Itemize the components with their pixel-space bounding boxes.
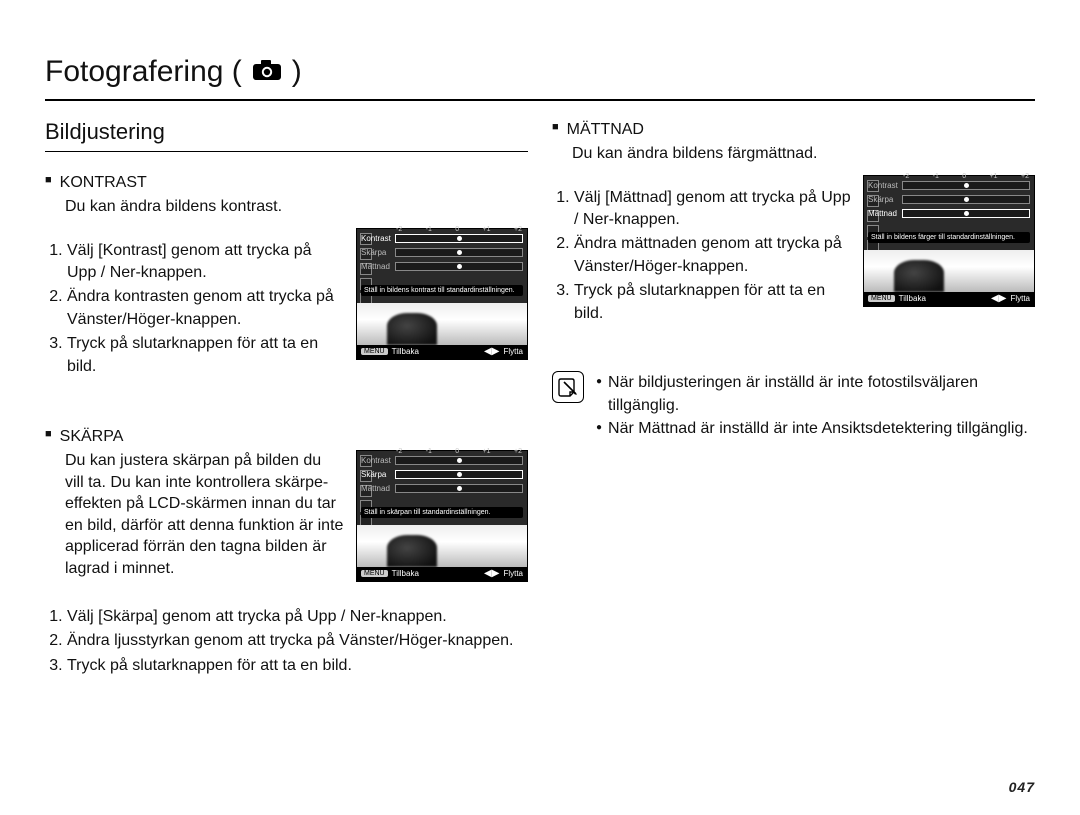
list-item: Ändra mättnaden genom att trycka på Väns… [574,233,851,278]
list-item: Ändra ljusstyrkan genom att trycka på Vä… [67,630,528,652]
page-title: Fotografering ( ) [45,55,1035,101]
skarpa-title: SKÄRPA [60,428,124,446]
skarpa-screenshot: Kontrast-2-10+1+2SkärpaMättnadStäll in s… [356,450,528,582]
note-item: När bildjusteringen är inställd är inte … [608,371,1035,417]
kontrast-screenshot: Kontrast-2-10+1+2SkärpaMättnadStäll in b… [356,228,528,360]
camera-icon [252,55,282,89]
list-item: Tryck på slutarknappen för att ta en bil… [67,333,344,378]
divider [45,151,528,152]
page-number: 047 [1009,779,1035,795]
mattnad-steps: Välj [Mättnad] genom att trycka på Upp /… [552,187,851,325]
bullet-icon: ● [596,371,602,417]
kontrast-intro: Du kan ändra bildens kontrast. [65,196,528,218]
skarpa-steps: Välj [Skärpa] genom att trycka på Upp / … [45,606,528,677]
list-item: Ändra kontrasten genom att trycka på Vän… [67,286,344,331]
mattnad-screenshot: Kontrast-2-10+1+2SkärpaMättnadStäll in b… [863,175,1035,307]
kontrast-steps: Välj [Kontrast] genom att trycka på Upp … [45,240,344,378]
list-item: Välj [Mättnad] genom att trycka på Upp /… [574,187,851,232]
list-item: Välj [Kontrast] genom att trycka på Upp … [67,240,344,285]
mattnad-intro: Du kan ändra bildens färgmättnad. [572,143,1035,165]
kontrast-title: KONTRAST [60,174,147,192]
subheading-bildjustering: Bildjustering [45,119,528,145]
list-item: Välj [Skärpa] genom att trycka på Upp / … [67,606,528,628]
title-text-a: Fotografering ( [45,55,242,89]
note-box: ●När bildjusteringen är inställd är inte… [552,371,1035,441]
skarpa-intro: Du kan justera skärpan på bilden du vill… [65,450,344,580]
title-text-b: ) [292,55,302,89]
note-item: När Mättnad är inställd är inte Ansiktsd… [608,417,1028,440]
bullet-icon: ● [596,417,602,440]
square-bullet-icon: ■ [45,428,52,440]
note-icon [552,371,584,403]
square-bullet-icon: ■ [552,121,559,133]
mattnad-title: MÄTTNAD [567,121,644,139]
square-bullet-icon: ■ [45,174,52,186]
list-item: Tryck på slutarknappen för att ta en bil… [574,280,851,325]
list-item: Tryck på slutarknappen för att ta en bil… [67,655,528,677]
